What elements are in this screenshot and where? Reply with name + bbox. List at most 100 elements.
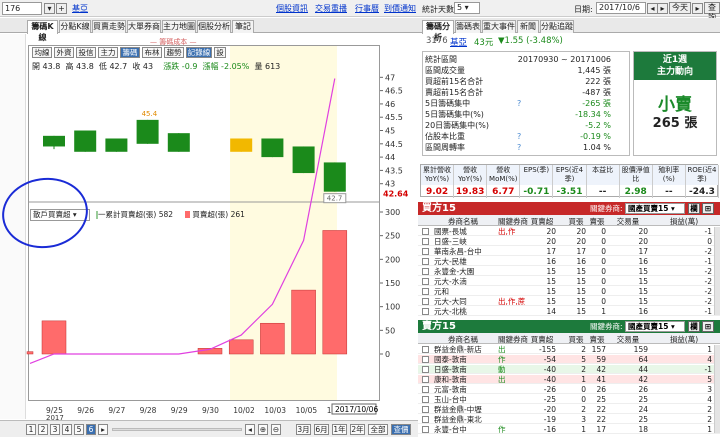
- col-header[interactable]: 買張: [566, 216, 586, 227]
- scroll-left-button[interactable]: ◂: [245, 424, 255, 435]
- ind-bollinger[interactable]: 布林: [142, 47, 162, 58]
- row-checkbox[interactable]: [422, 288, 429, 295]
- row-checkbox[interactable]: [422, 308, 429, 315]
- stock-name-link[interactable]: 基亞: [72, 3, 88, 14]
- link-calendar[interactable]: 行事曆: [355, 3, 379, 14]
- link-price-alert[interactable]: 到價通知: [384, 3, 416, 14]
- page-2[interactable]: 2: [38, 424, 48, 435]
- info-icon[interactable]: ?: [517, 132, 521, 142]
- broker-name[interactable]: 玉山-台中: [434, 395, 496, 404]
- col-header[interactable]: 關鍵券商: [498, 334, 528, 345]
- date-next-button[interactable]: ▸: [657, 3, 668, 14]
- tab-chip-table[interactable]: 籌碼表: [455, 20, 481, 33]
- broker-name[interactable]: 元大-民雄: [434, 257, 496, 266]
- col-header[interactable]: 買賣超: [528, 216, 556, 227]
- zoom-out-icon[interactable]: ⊖: [271, 424, 281, 435]
- zoom-in-icon[interactable]: ⊕: [258, 424, 268, 435]
- broker-name[interactable]: 群益金鼎-東北: [434, 415, 496, 424]
- table-row[interactable]: 康和-敦南出 -40 1 41 42 5: [418, 375, 720, 384]
- tab-chip-kline[interactable]: 籌碼K線: [27, 20, 58, 42]
- sell-broker-select[interactable]: 國產買賣15 ▾: [625, 321, 685, 332]
- ind-settings[interactable]: 設: [214, 47, 226, 58]
- date-input[interactable]: 2017/10/6: [596, 2, 646, 14]
- col-header[interactable]: 買賣超: [528, 334, 556, 345]
- page-1[interactable]: 1: [26, 424, 36, 435]
- broker-name[interactable]: 群益金鼎-新店: [434, 345, 496, 354]
- col-header[interactable]: 賣張: [588, 334, 606, 345]
- row-checkbox[interactable]: [422, 228, 429, 235]
- broker-name[interactable]: 元富-敦南: [434, 385, 496, 394]
- broker-name[interactable]: 華南永昌-台中: [434, 247, 496, 256]
- tab-major-events[interactable]: 重大事件: [482, 20, 516, 33]
- query-button[interactable]: 查詢: [704, 2, 720, 22]
- ind-ma[interactable]: 均線: [32, 47, 52, 58]
- broker-name[interactable]: 永豐-台中: [434, 425, 496, 434]
- row-checkbox[interactable]: [422, 278, 429, 285]
- range-3m[interactable]: 3月: [296, 424, 311, 435]
- link-replay[interactable]: 交易重播: [315, 3, 347, 14]
- row-checkbox[interactable]: [422, 248, 429, 255]
- col-header[interactable]: 損益(萬): [656, 216, 712, 227]
- broker-name[interactable]: 康和-敦南: [434, 375, 496, 384]
- row-checkbox[interactable]: [422, 406, 429, 413]
- table-row[interactable]: 日盛-敦南動 -40 2 42 44 -1: [418, 365, 720, 374]
- broker-name[interactable]: 國票-長城: [434, 227, 496, 236]
- buy-settings-button[interactable]: ⊞: [702, 203, 714, 214]
- tab-branch-track[interactable]: 分點追蹤: [540, 20, 574, 33]
- page-next[interactable]: ▸: [98, 424, 108, 435]
- search-button[interactable]: +: [56, 3, 67, 14]
- table-row[interactable]: 日盛-三峽 20 20 0 20 0: [418, 237, 720, 246]
- table-scrollbar[interactable]: [714, 227, 720, 315]
- info-icon[interactable]: ?: [517, 143, 521, 153]
- head-name[interactable]: 基亞: [450, 36, 467, 48]
- row-checkbox[interactable]: [422, 258, 429, 265]
- table-row[interactable]: 群益金鼎-中壢 -20 2 22 24 2: [418, 405, 720, 414]
- row-checkbox[interactable]: [422, 426, 429, 433]
- tab-branch-kline[interactable]: 分點K線: [59, 20, 91, 33]
- row-checkbox[interactable]: [422, 396, 429, 403]
- stock-code-input[interactable]: 176: [2, 2, 42, 15]
- today-button[interactable]: 今天: [669, 2, 691, 14]
- table-row[interactable]: 永豐-台中作 -16 1 17 18 1: [418, 425, 720, 434]
- col-header[interactable]: 賣張: [588, 216, 606, 227]
- info-icon[interactable]: ?: [517, 99, 521, 109]
- row-checkbox[interactable]: [422, 366, 429, 373]
- ind-foreign[interactable]: 外資: [54, 47, 74, 58]
- tab-big-brokers[interactable]: 大單券商: [127, 20, 161, 33]
- tab-main-map[interactable]: 主力地圖: [162, 20, 196, 33]
- today-arrow-button[interactable]: ▸: [692, 3, 703, 14]
- tab-stock-analysis[interactable]: 個股分析: [197, 20, 231, 33]
- tab-notes[interactable]: 筆記: [232, 20, 254, 33]
- broker-name[interactable]: 國泰-敦南: [434, 355, 496, 364]
- ind-trust[interactable]: 投信: [76, 47, 96, 58]
- row-checkbox[interactable]: [422, 346, 429, 353]
- table-row[interactable]: 群益金鼎-新店出 -155 2 157 159 1: [418, 345, 720, 354]
- row-checkbox[interactable]: [422, 416, 429, 423]
- table-row[interactable]: 元大-大同 出,作,蔗 15 15 0 15 -2: [418, 297, 720, 306]
- row-checkbox[interactable]: [422, 356, 429, 363]
- broker-name[interactable]: 日盛-敦南: [434, 365, 496, 374]
- tab-news[interactable]: 新聞: [517, 20, 539, 33]
- tab-chip-analysis[interactable]: 籌碼分析: [422, 20, 454, 42]
- table-row[interactable]: 元大-水湳 15 15 0 15 -2: [418, 277, 720, 286]
- buy-expand-button[interactable]: 欄: [688, 203, 700, 214]
- table-row[interactable]: 元大-民雄 16 16 0 16 -1: [418, 257, 720, 266]
- range-2y[interactable]: 2年: [350, 424, 365, 435]
- ind-chip[interactable]: 籌碼: [120, 47, 140, 58]
- table-scrollbar[interactable]: [714, 345, 720, 433]
- table-row[interactable]: 玉山-台中 -25 0 25 25 4: [418, 395, 720, 404]
- col-header[interactable]: 買張: [566, 334, 586, 345]
- page-5[interactable]: 5: [74, 424, 84, 435]
- row-checkbox[interactable]: [422, 298, 429, 305]
- tab-trade-trend[interactable]: 買賣走勢: [92, 20, 126, 33]
- buy-broker-select[interactable]: 國產買賣15 ▾: [625, 203, 685, 214]
- col-header[interactable]: 交易量: [608, 216, 648, 227]
- sell-expand-button[interactable]: 欄: [688, 321, 700, 332]
- table-row[interactable]: 國泰-敦南作 -54 5 59 64 4: [418, 355, 720, 364]
- page-6[interactable]: 6: [86, 424, 96, 435]
- row-checkbox[interactable]: [422, 238, 429, 245]
- broker-name[interactable]: 元大-北桃: [434, 307, 496, 316]
- broker-name[interactable]: 群益金鼎-中壢: [434, 405, 496, 414]
- range-all[interactable]: 全部: [368, 424, 388, 435]
- days-select[interactable]: 5 ▾: [454, 2, 480, 14]
